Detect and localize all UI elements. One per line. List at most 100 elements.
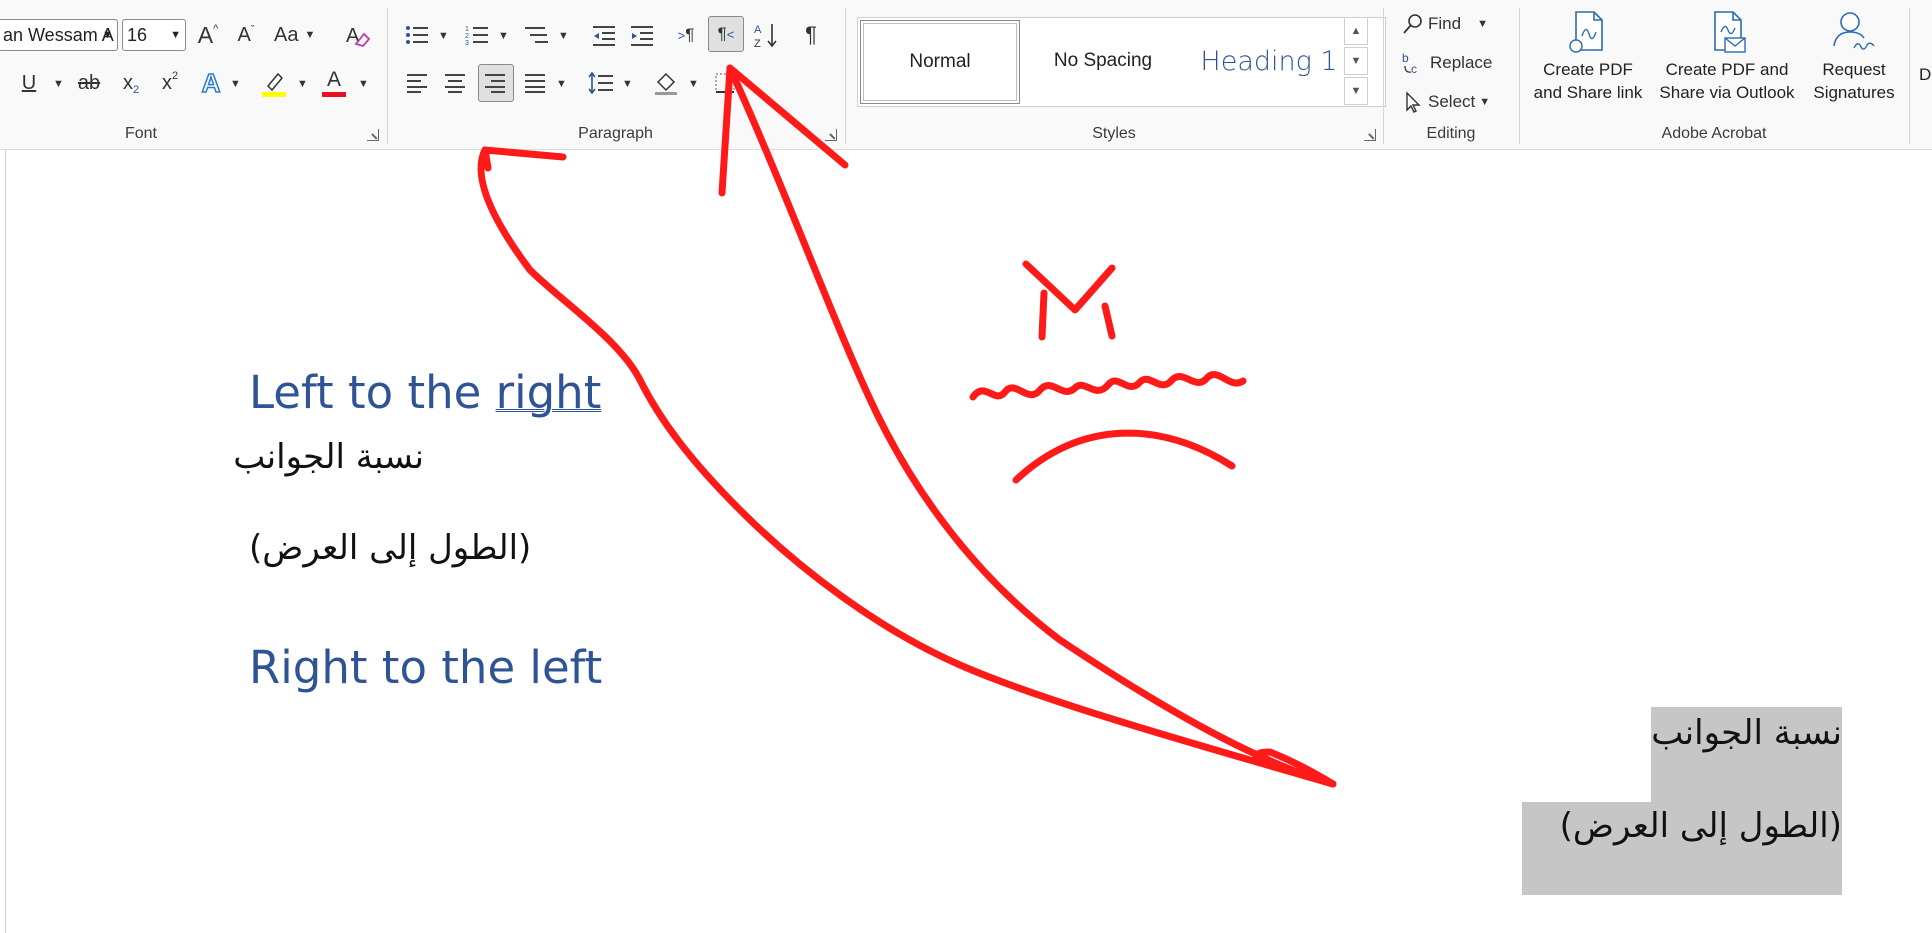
font-size-combo[interactable]: 16 ▼ [122,19,186,51]
multilevel-list-button[interactable] [522,18,552,52]
clear-formatting-icon: A [346,25,370,48]
chevron-down-icon[interactable]: ▼ [170,20,181,50]
shading-button[interactable] [650,66,682,100]
sort-button[interactable]: AZ [750,18,784,52]
styles-scroll-up[interactable]: ▲ [1344,17,1368,45]
chevron-down-icon[interactable]: ▼ [558,30,569,42]
arabic-line-2-rtl-text: (الطول إلى العرض) [1559,806,1842,846]
create-pdf-outlook-button[interactable]: Create PDF and Share via Outlook [1654,10,1800,110]
align-center-button[interactable] [440,66,472,100]
arabic-line-2-rtl[interactable]: (الطول إلى العرض) [1522,806,1842,846]
superscript-icon: x [161,71,172,94]
arabic-line-1-ltr[interactable]: نسبة الجوانب [233,437,424,477]
arabic-line-1-rtl-text: نسبة الجوانب [1651,713,1842,753]
chevron-down-icon[interactable]: ▼ [688,78,699,90]
acrobat-group-label: Adobe Acrobat [1661,125,1767,142]
styles-group-label: Styles [1092,125,1136,142]
font-name-combo[interactable]: an Wessam A ▼ [0,19,118,51]
editing-group: Find ▼ bc Replace Select ▼ Editing [1384,0,1518,149]
ltr-direction-button[interactable]: > ¶ [671,18,701,52]
chevron-down-icon[interactable]: ▼ [358,78,369,90]
create-pdf-share-link-button[interactable]: Create PDF and Share link [1526,10,1650,110]
dialog-launcher-icon[interactable] [825,129,837,141]
request-signatures-button[interactable]: Request Signatures [1804,10,1904,110]
svg-text:2: 2 [465,33,469,40]
line-spacing-button[interactable] [584,66,618,100]
arabic-line-2-ltr[interactable]: (الطول إلى العرض) [249,528,549,568]
arrow-head-1 [481,146,567,172]
heading-ltr[interactable]: Left to the right [249,366,601,419]
svg-text:b: b [1402,51,1409,65]
font-color-button[interactable]: A [318,66,350,100]
rtl-direction-button[interactable]: ¶ < [708,16,744,52]
align-left-icon [407,74,427,93]
clear-formatting-button[interactable]: A [340,18,374,52]
chevron-down-icon[interactable]: ▼ [53,78,64,90]
create-pdf-outlook-label-2: Share via Outlook [1659,83,1795,102]
highlight-color-button[interactable] [258,66,290,100]
chevron-down-icon[interactable]: ▼ [498,30,509,42]
dialog-launcher-icon[interactable] [1364,129,1376,141]
bullets-button[interactable] [402,18,432,52]
grow-font-button[interactable]: A ^ [192,18,224,52]
dialog-launcher-icon[interactable] [367,129,379,141]
page-edge [5,150,6,933]
align-right-icon [485,74,505,93]
styles-scroll-down[interactable]: ▼ [1344,47,1368,75]
show-marks-button[interactable]: ¶ [796,18,826,52]
styles-more[interactable]: ▼ [1344,77,1368,105]
shrink-font-button[interactable]: Aˇ [230,18,262,52]
cutoff-label: D [1919,65,1932,84]
decrease-indent-button[interactable] [590,18,620,52]
chevron-down-icon[interactable]: ▼ [230,78,241,90]
borders-icon [715,73,735,93]
style-heading-1[interactable]: Heading 1 [1188,20,1350,102]
arrow-to-align-right [477,146,1337,788]
justify-button[interactable] [520,66,552,100]
change-case-button[interactable]: Aa ▼ [274,18,324,52]
chevron-down-icon: ▼ [1477,18,1488,30]
chevron-down-icon[interactable]: ▼ [438,30,449,42]
align-right-button[interactable] [478,64,514,102]
font-size-value: 16 [127,25,148,45]
svg-text:Z: Z [754,38,761,49]
strikethrough-button[interactable]: ab [72,66,106,100]
style-no-spacing-label: No Spacing [1053,50,1153,71]
borders-button[interactable] [710,66,740,100]
find-button[interactable]: Find ▼ [1402,8,1512,40]
heading-ltr-link[interactable]: right [496,366,602,419]
underline-button[interactable]: U [14,66,44,100]
increase-indent-icon [631,26,653,46]
select-button[interactable]: Select ▼ [1402,86,1512,118]
arabic-line-1-rtl[interactable]: نسبة الجوانب [1600,713,1842,753]
style-normal[interactable]: Normal [860,20,1020,104]
increase-indent-button[interactable] [628,18,658,52]
cursor-arrow-icon [1406,91,1421,113]
text-effects-icon: A [201,67,221,99]
text-effects-button[interactable]: A [196,66,226,100]
paint-bucket-icon [655,72,677,95]
numbering-button[interactable]: 123 [462,18,492,52]
align-left-button[interactable] [402,66,434,100]
replace-button[interactable]: bc Replace [1402,47,1512,79]
line-spacing-icon [588,72,613,94]
request-signatures-label-2: Signatures [1813,83,1895,102]
subscript-button[interactable]: x2 [116,66,146,100]
chevron-down-icon: ▼ [304,29,316,41]
create-pdf-outlook-label-1: Create PDF and [1665,60,1789,79]
pilcrow-icon: ¶ [805,22,817,47]
create-pdf-share-link-label-2: and Share link [1533,83,1643,102]
font-group-label: Font [124,125,157,142]
chevron-down-icon[interactable]: ▼ [297,78,308,90]
chevron-down-icon[interactable]: ▼ [556,78,567,90]
chevron-down-icon[interactable]: ▼ [102,20,113,50]
arabic-line-1-ltr-text: نسبة الجوانب [233,437,424,477]
angry-eyebrows [1022,260,1116,341]
change-case-icon: Aa [274,23,299,46]
chevron-down-icon[interactable]: ▼ [622,78,633,90]
heading-rtl[interactable]: Right to the left [249,641,602,694]
superscript-button[interactable]: x2 [155,66,185,100]
style-no-spacing[interactable]: No Spacing [1024,20,1182,102]
paragraph-group: ▼ 123 ▼ ▼ > ¶ ¶ < A Z ¶ ▼ ▼ ▼ Paragraph [388,0,843,149]
pdf-mail-icon [1714,11,1746,53]
